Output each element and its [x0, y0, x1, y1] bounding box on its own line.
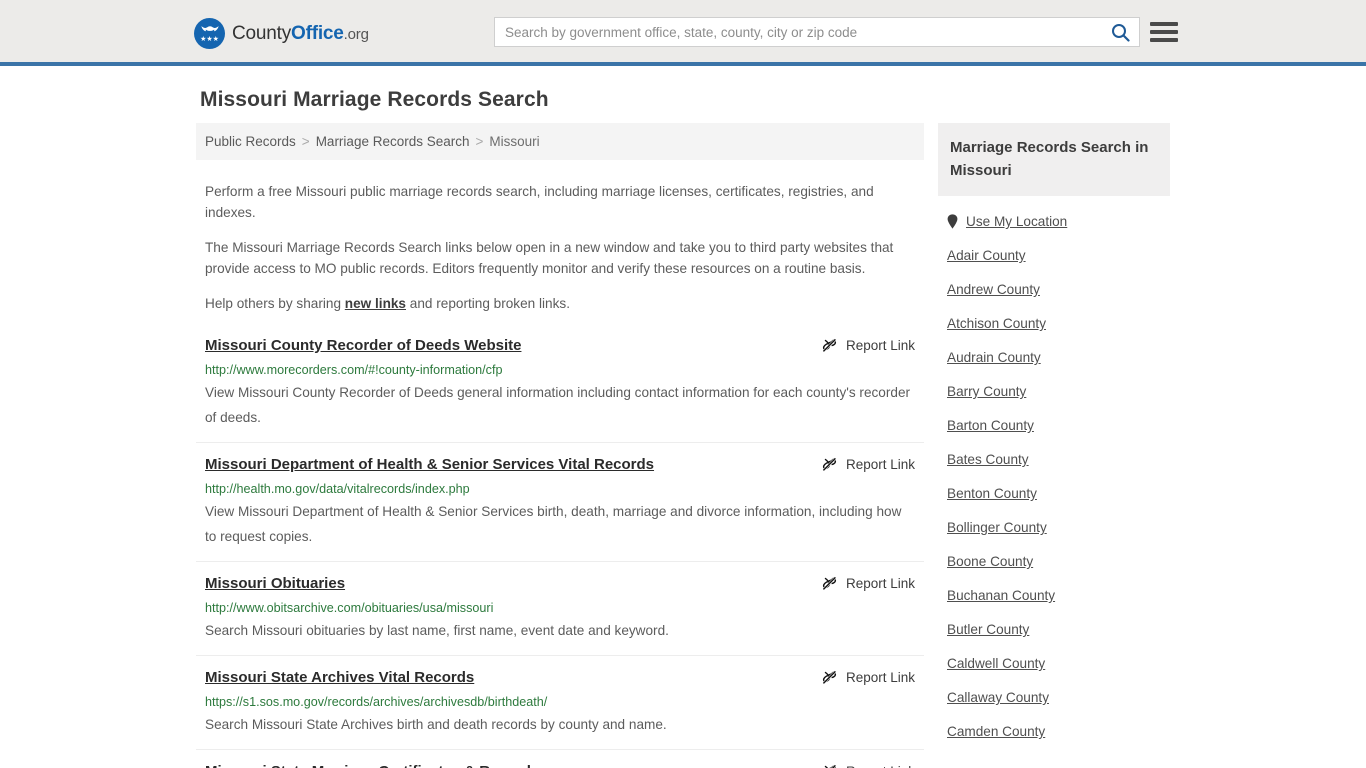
- result-description: View Missouri County Recorder of Deeds g…: [205, 385, 911, 425]
- logo-text-county: County: [232, 22, 292, 44]
- map-pin-icon: [947, 214, 958, 229]
- sidebar-item-county[interactable]: Atchison County: [938, 316, 1170, 331]
- sidebar-item-county[interactable]: Butler County: [938, 622, 1170, 637]
- sidebar-item-county[interactable]: Benton County: [938, 486, 1170, 501]
- broken-link-icon: [822, 670, 837, 685]
- results-list: Missouri County Recorder of Deeds Websit…: [196, 336, 924, 768]
- breadcrumb: Public Records > Marriage Records Search…: [196, 123, 924, 160]
- sidebar: Marriage Records Search in Missouri Use …: [938, 123, 1170, 739]
- page-title: Missouri Marriage Records Search: [200, 88, 549, 111]
- report-link-button[interactable]: Report Link: [821, 337, 915, 354]
- report-link-button[interactable]: Report Link: [821, 763, 915, 768]
- logo-text-office: Office: [291, 22, 344, 44]
- main-content: Public Records > Marriage Records Search…: [196, 123, 924, 768]
- eagle-glyph: [200, 26, 219, 32]
- report-link-label: Report Link: [845, 457, 915, 472]
- result-header: Missouri State Marriage Certificates & R…: [205, 762, 915, 768]
- report-link-label: Report Link: [845, 338, 915, 353]
- report-link-button[interactable]: Report Link: [821, 575, 915, 592]
- result-item: Missouri State Archives Vital Records Re…: [196, 668, 924, 750]
- sidebar-item-county[interactable]: Andrew County: [938, 282, 1170, 297]
- sidebar-county-list: Use My Location Adair County Andrew Coun…: [938, 196, 1170, 739]
- result-header: Missouri State Archives Vital Records Re…: [205, 668, 915, 688]
- broken-link-icon: [822, 338, 837, 353]
- hamburger-bar-2: [1150, 30, 1178, 34]
- sidebar-item-county[interactable]: Bates County: [938, 452, 1170, 467]
- sidebar-item-county[interactable]: Camden County: [938, 724, 1170, 739]
- breadcrumb-separator-2: >: [475, 134, 484, 149]
- result-url: http://www.morecorders.com/#!county-info…: [205, 363, 503, 377]
- result-header: Missouri Obituaries Report Link: [205, 574, 915, 594]
- result-item: Missouri State Marriage Certificates & R…: [196, 762, 924, 768]
- result-description: Search Missouri obituaries by last name,…: [205, 623, 669, 638]
- result-title-link[interactable]: Missouri County Recorder of Deeds Websit…: [205, 336, 521, 356]
- hamburger-menu-icon[interactable]: [1150, 18, 1178, 46]
- intro-paragraph-3: Help others by sharing new links and rep…: [205, 279, 915, 314]
- breadcrumb-item-marriage-records-search[interactable]: Marriage Records Search: [316, 134, 470, 149]
- result-item: Missouri County Recorder of Deeds Websit…: [196, 336, 924, 443]
- result-url: https://s1.sos.mo.gov/records/archives/a…: [205, 695, 548, 709]
- sidebar-item-county[interactable]: Barton County: [938, 418, 1170, 433]
- sidebar-item-county[interactable]: Boone County: [938, 554, 1170, 569]
- result-title-link[interactable]: Missouri State Marriage Certificates & R…: [205, 762, 539, 768]
- sidebar-item-county[interactable]: Adair County: [938, 248, 1170, 263]
- search-input[interactable]: [495, 18, 1101, 46]
- search-button[interactable]: [1101, 18, 1139, 46]
- sidebar-item-county[interactable]: Callaway County: [938, 690, 1170, 705]
- intro-paragraph-2: The Missouri Marriage Records Search lin…: [205, 240, 894, 276]
- sidebar-item-county[interactable]: Audrain County: [938, 350, 1170, 365]
- breadcrumb-item-missouri: Missouri: [489, 134, 540, 149]
- breadcrumb-separator-1: >: [301, 134, 310, 149]
- logo-text-org: .org: [343, 25, 369, 43]
- use-my-location-label: Use My Location: [966, 214, 1068, 229]
- result-item: Missouri Obituaries Report Link http://w…: [196, 574, 924, 656]
- report-link-button[interactable]: Report Link: [821, 669, 915, 686]
- site-logo-text: CountyOffice.org: [232, 23, 369, 45]
- intro-paragraph-1: Perform a free Missouri public marriage …: [205, 184, 874, 220]
- three-stars-glyph: ★★★: [200, 36, 219, 43]
- new-links-link[interactable]: new links: [345, 296, 406, 311]
- result-description: Search Missouri State Archives birth and…: [205, 717, 667, 732]
- sidebar-heading: Marriage Records Search in Missouri: [938, 123, 1170, 196]
- sidebar-item-county[interactable]: Caldwell County: [938, 656, 1170, 671]
- result-header: Missouri County Recorder of Deeds Websit…: [205, 336, 915, 356]
- sidebar-item-county[interactable]: Buchanan County: [938, 588, 1170, 603]
- result-item: Missouri Department of Health & Senior S…: [196, 455, 924, 562]
- broken-link-icon: [822, 457, 837, 472]
- sidebar-item-county[interactable]: Bollinger County: [938, 520, 1170, 535]
- result-title-link[interactable]: Missouri State Archives Vital Records: [205, 668, 474, 688]
- sidebar-item-county[interactable]: Barry County: [938, 384, 1170, 399]
- site-header: ★★★ CountyOffice.org: [0, 0, 1366, 66]
- report-link-label: Report Link: [846, 764, 915, 768]
- intro-text-before: Help others by sharing: [205, 296, 345, 311]
- eagle-shield-logo-icon: ★★★: [194, 18, 225, 49]
- use-my-location-button[interactable]: Use My Location: [938, 202, 1170, 229]
- broken-link-icon: [822, 576, 837, 591]
- hamburger-bar-3: [1150, 38, 1178, 42]
- broken-link-icon: [824, 764, 837, 768]
- intro-text-after: and reporting broken links.: [406, 296, 570, 311]
- result-title-link[interactable]: Missouri Department of Health & Senior S…: [205, 455, 654, 475]
- result-header: Missouri Department of Health & Senior S…: [205, 455, 915, 475]
- report-link-button[interactable]: Report Link: [821, 456, 915, 473]
- result-title-link[interactable]: Missouri Obituaries: [205, 574, 345, 594]
- hamburger-bar-1: [1150, 22, 1178, 26]
- result-url: http://www.obitsarchive.com/obituaries/u…: [205, 601, 494, 615]
- report-link-label: Report Link: [845, 670, 915, 685]
- result-description: View Missouri Department of Health & Sen…: [205, 504, 902, 544]
- breadcrumb-item-public-records[interactable]: Public Records: [205, 134, 296, 149]
- site-logo[interactable]: ★★★ CountyOffice.org: [194, 18, 369, 49]
- intro-section: Perform a free Missouri public marriage …: [196, 160, 924, 314]
- report-link-label: Report Link: [845, 576, 915, 591]
- search-bar[interactable]: [494, 17, 1140, 47]
- search-icon: [1111, 23, 1130, 42]
- result-url: http://health.mo.gov/data/vitalrecords/i…: [205, 482, 470, 496]
